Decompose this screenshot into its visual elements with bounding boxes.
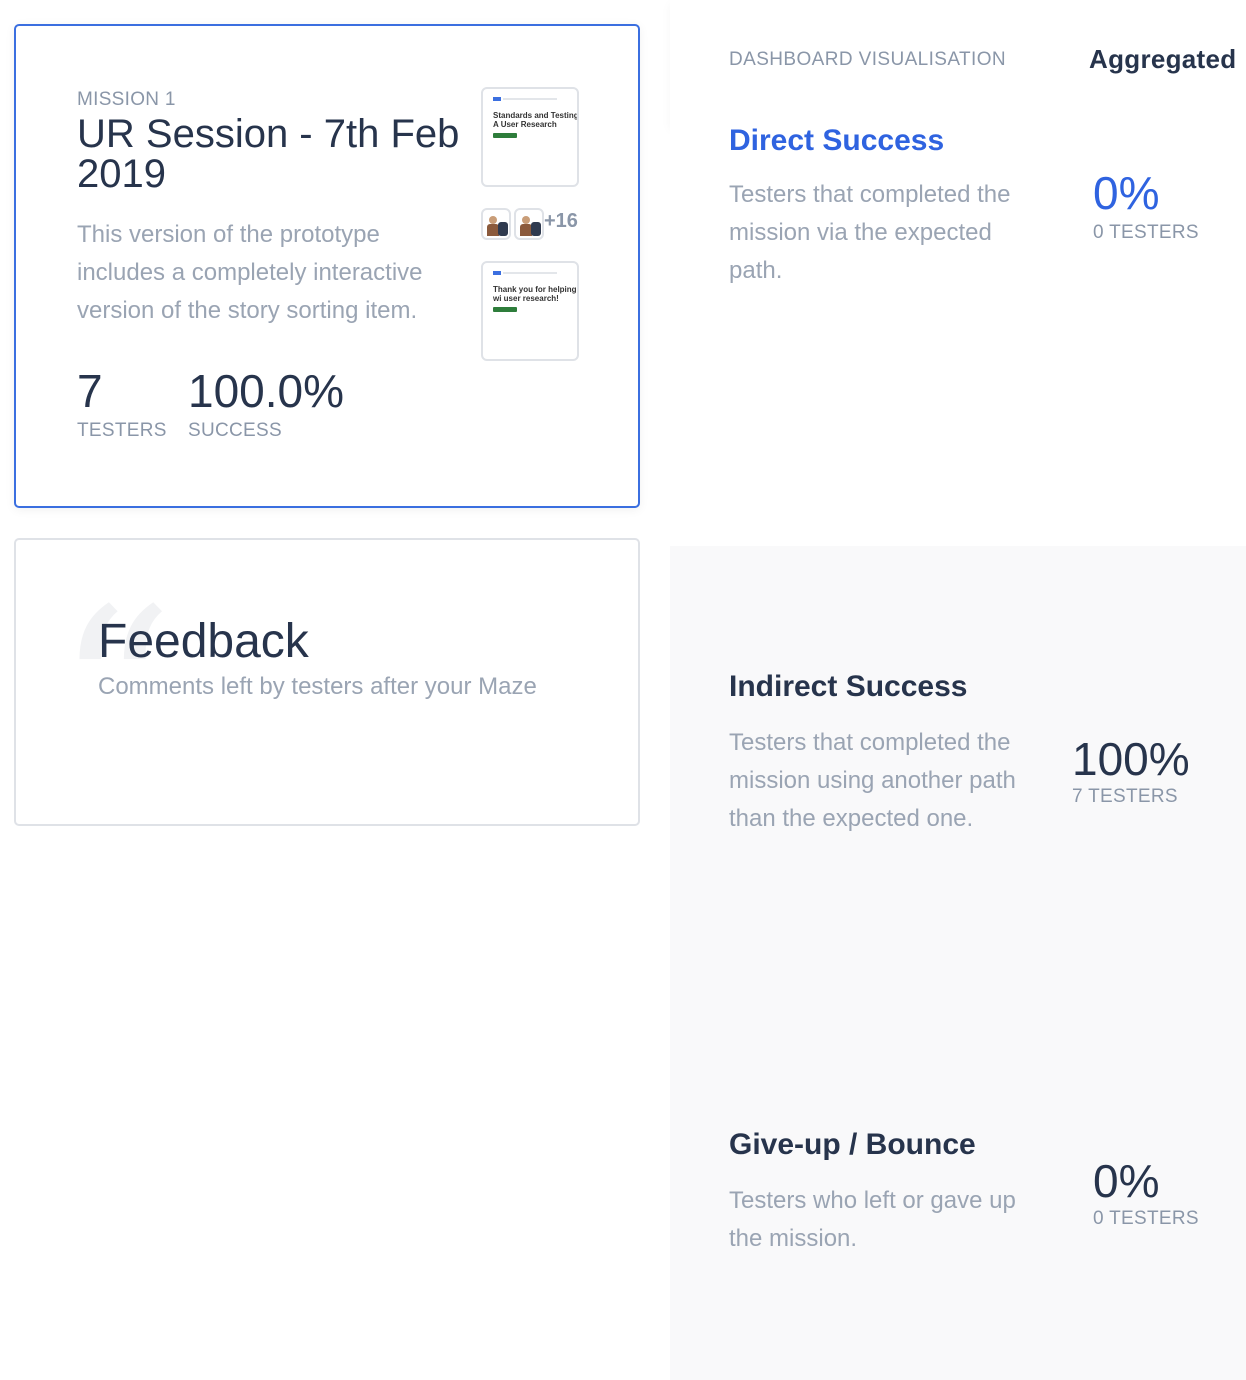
mission-description: This version of the prototype includes a… bbox=[77, 221, 423, 324]
avatar-head bbox=[522, 216, 530, 224]
success-value: 100.0% bbox=[188, 365, 345, 417]
tester-avatar[interactable] bbox=[481, 208, 511, 240]
feedback-subtitle: Comments left by testers after your Maze bbox=[98, 673, 537, 700]
dashboard-header: DASHBOARD VISUALISATION Aggregated bbox=[670, 0, 1246, 126]
screen-title: Thank you for helping wi user research! bbox=[493, 285, 577, 303]
more-avatars-count[interactable]: +16 bbox=[544, 210, 578, 233]
avatar-head bbox=[489, 216, 497, 224]
metric-percent: 0% bbox=[1093, 167, 1160, 219]
dashboard-visualisation-select[interactable]: Aggregated bbox=[1089, 44, 1236, 75]
metric-title: Indirect Success bbox=[729, 670, 968, 703]
metric-percent: 100% bbox=[1072, 733, 1190, 785]
screen-button bbox=[493, 133, 517, 138]
metric-description: Testers who left or gave up the mission. bbox=[729, 1187, 1016, 1252]
feedback-card[interactable]: “ Feedback Comments left by testers afte… bbox=[14, 538, 640, 826]
feedback-title: Feedback bbox=[98, 615, 309, 668]
mission-title: UR Session - 7th Feb 2019 bbox=[77, 112, 460, 196]
screen-thumbnail-start[interactable]: Standards and Testing A User Research bbox=[481, 87, 579, 187]
screen-button bbox=[493, 307, 517, 312]
metric-description: Testers that completed the mission using… bbox=[729, 729, 1016, 832]
header-bar bbox=[503, 98, 557, 100]
brand-logo-icon bbox=[493, 97, 501, 101]
metric-count: 0 TESTERS bbox=[1093, 222, 1199, 243]
header-bar bbox=[503, 272, 557, 274]
metric-title: Direct Success bbox=[729, 124, 945, 157]
testers-label: TESTERS bbox=[77, 420, 167, 441]
brand-logo-icon bbox=[493, 271, 501, 275]
mission-card[interactable]: MISSION 1 UR Session - 7th Feb 2019 This… bbox=[14, 24, 640, 508]
left-panel: MISSION 1 UR Session - 7th Feb 2019 This… bbox=[0, 0, 670, 1380]
dashboard-label: DASHBOARD VISUALISATION bbox=[729, 49, 1007, 70]
testers-stat: 7 TESTERS bbox=[77, 366, 167, 442]
success-label: SUCCESS bbox=[188, 420, 282, 441]
tester-avatar[interactable] bbox=[514, 208, 544, 240]
metric-count: 0 TESTERS bbox=[1093, 1208, 1199, 1229]
results-panel: DASHBOARD VISUALISATION Aggregated Direc… bbox=[670, 0, 1246, 1380]
testers-count: 7 bbox=[77, 365, 103, 417]
screen-thumbnail-end[interactable]: Thank you for helping wi user research! bbox=[481, 261, 579, 361]
metric-percent: 0% bbox=[1093, 1155, 1160, 1207]
mission-label: MISSION 1 bbox=[77, 89, 176, 110]
success-stat: 100.0% SUCCESS bbox=[188, 366, 344, 442]
metric-description: Testers that completed the mission via t… bbox=[729, 181, 1011, 284]
screen-title: Standards and Testing A User Research bbox=[493, 111, 579, 129]
avatar-object bbox=[498, 222, 508, 236]
avatar-object bbox=[531, 222, 541, 236]
metric-title: Give-up / Bounce bbox=[729, 1128, 976, 1161]
metric-count: 7 TESTERS bbox=[1072, 786, 1178, 807]
